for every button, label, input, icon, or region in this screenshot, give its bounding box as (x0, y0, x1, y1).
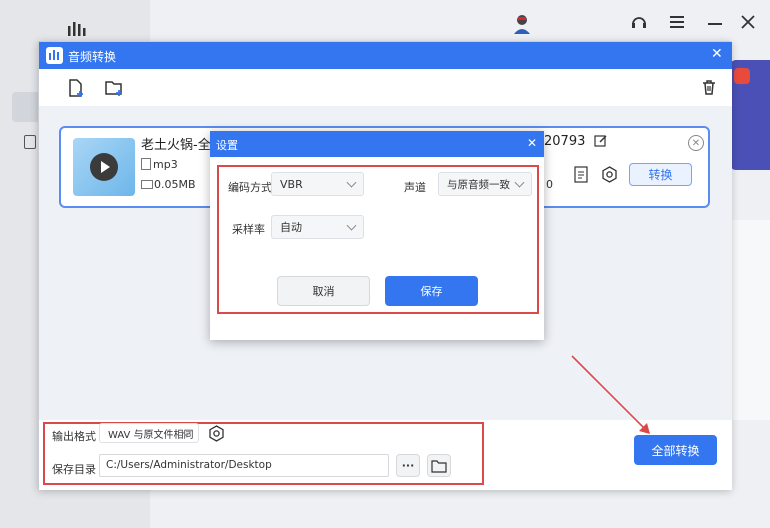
file-value-peek: 0 (546, 178, 553, 191)
menu-icon[interactable] (670, 16, 684, 28)
minimize-icon[interactable] (708, 23, 722, 25)
format-settings-icon[interactable] (208, 425, 225, 442)
add-folder-icon[interactable] (103, 77, 125, 99)
play-icon (101, 161, 110, 173)
output-format-select[interactable]: WAV 与原文件相同 (99, 423, 199, 443)
encoding-select[interactable]: VBR (271, 172, 364, 196)
file-format: mp3 (153, 158, 178, 171)
save-dir-input[interactable]: C:/Users/Administrator/Desktop (99, 454, 389, 477)
samplerate-label: 采样率 (232, 223, 265, 236)
background-badge-icon (734, 68, 750, 84)
window-close-icon[interactable] (740, 14, 756, 30)
background-sidebar-item (12, 92, 40, 122)
cancel-button[interactable]: 取消 (277, 276, 370, 306)
chevron-down-icon (346, 177, 357, 188)
dialog-app-icon (46, 47, 63, 64)
browse-more-button[interactable]: ··· (396, 454, 420, 477)
convert-all-button[interactable]: 全部转换 (634, 435, 717, 465)
save-button[interactable]: 保存 (385, 276, 478, 306)
settings-close-button[interactable]: ✕ (527, 136, 537, 150)
dialog-close-button[interactable]: ✕ (711, 46, 723, 62)
trash-icon[interactable] (699, 77, 719, 97)
format-icon (141, 158, 151, 170)
settings-titlebar: 设置 ✕ (210, 131, 544, 157)
samplerate-value: 自动 (280, 221, 302, 234)
open-folder-button[interactable] (427, 454, 451, 477)
remove-file-icon[interactable]: ✕ (688, 135, 704, 151)
output-format-label: 输出格式 (52, 430, 96, 443)
output-format-value: WAV 与原文件相同 (108, 429, 194, 441)
support-icon[interactable] (630, 14, 648, 32)
encoding-value: VBR (280, 177, 303, 191)
app-logo-icon (66, 18, 88, 40)
dialog-toolbar (39, 69, 732, 106)
file-thumbnail (73, 138, 135, 196)
chevron-down-icon (514, 177, 525, 188)
settings-dialog: 设置 ✕ 编码方式 VBR 声道 与原音频一致 采样率 自动 取消 保存 (210, 131, 544, 340)
size-icon (141, 180, 153, 189)
convert-button[interactable]: 转换 (629, 163, 692, 186)
file-info-icon[interactable] (574, 166, 588, 183)
edit-name-icon[interactable] (594, 134, 608, 148)
play-button[interactable] (90, 153, 118, 181)
settings-title: 设置 (216, 139, 238, 152)
annotation-arrow (571, 355, 650, 434)
encoding-label: 编码方式 (228, 181, 272, 194)
samplerate-select[interactable]: 自动 (271, 215, 364, 239)
channel-select[interactable]: 与原音频一致 (438, 172, 532, 196)
file-name-tail: 20793 (544, 134, 586, 149)
save-dir-label: 保存目录 (52, 463, 96, 476)
folder-icon (431, 459, 447, 473)
background-doc-icon (24, 135, 36, 149)
file-settings-icon[interactable] (601, 166, 618, 183)
user-avatar-icon[interactable] (512, 14, 532, 36)
channel-label: 声道 (404, 181, 426, 194)
background-panel (730, 220, 770, 420)
add-file-icon[interactable] (65, 77, 87, 99)
file-size: 0.05MB (154, 178, 196, 191)
dialog-title: 音频转换 (68, 50, 117, 64)
dialog-titlebar: 音频转换 ✕ (39, 42, 732, 69)
chevron-down-icon (346, 220, 357, 231)
channel-value: 与原音频一致 (447, 178, 510, 191)
